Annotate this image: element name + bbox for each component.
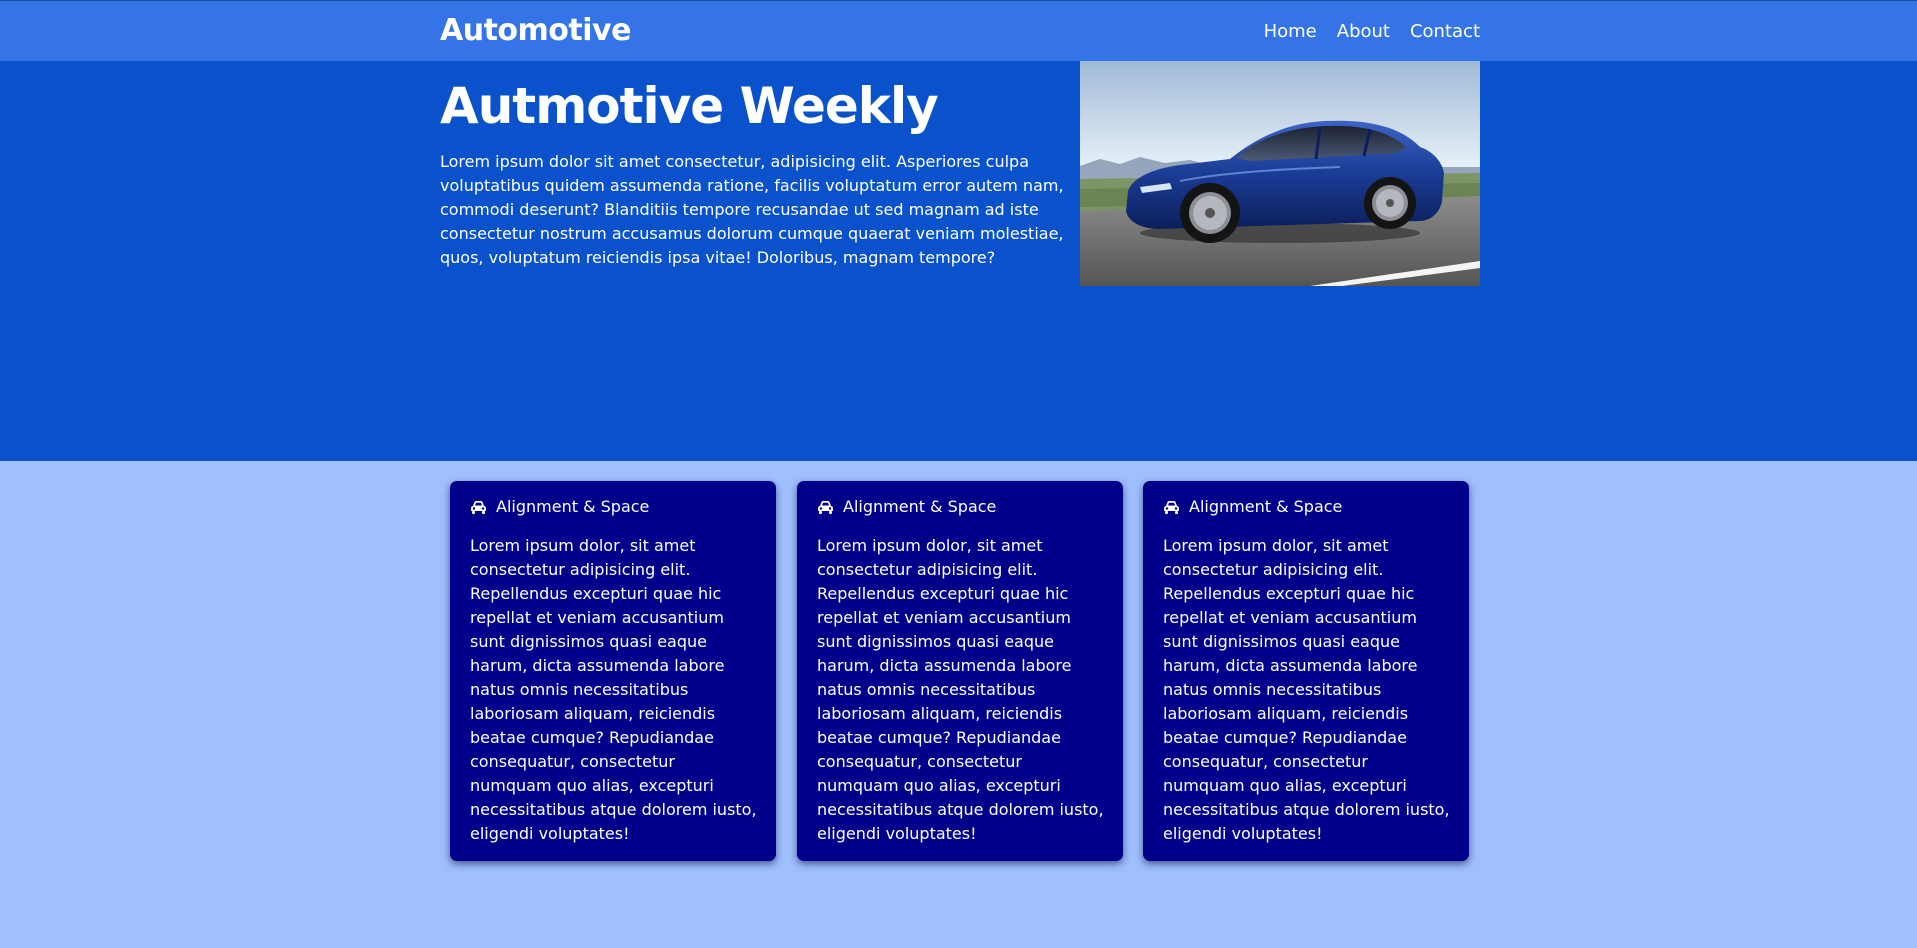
car-icon [818, 501, 833, 514]
card-title: Alignment & Space [1189, 497, 1343, 516]
hero-description: Lorem ipsum dolor sit amet consectetur, … [440, 152, 1064, 267]
feature-card: Alignment & Space Lorem ipsum dolor, sit… [1143, 481, 1469, 861]
card-text: Lorem ipsum dolor, sit amet consectetur … [470, 536, 757, 843]
card-title: Alignment & Space [496, 497, 650, 516]
car-icon [1164, 501, 1179, 514]
hero-title: Autmotive Weekly [440, 77, 939, 135]
hero-section: Autmotive Weekly Lorem ipsum dolor sit a… [0, 61, 1917, 461]
hero-car-image [1080, 61, 1480, 286]
card-header: Alignment & Space [1163, 496, 1342, 518]
nav-link-about[interactable]: About [1337, 20, 1390, 44]
card-header: Alignment & Space [470, 496, 649, 518]
nav-links: Home About Contact [1264, 20, 1480, 44]
navbar: Automotive Home About Contact [0, 0, 1917, 61]
car-icon [471, 501, 486, 514]
card-header: Alignment & Space [817, 496, 996, 518]
feature-card: Alignment & Space Lorem ipsum dolor, sit… [797, 481, 1123, 861]
features-section: Alignment & Space Lorem ipsum dolor, sit… [0, 461, 1917, 948]
card-text: Lorem ipsum dolor, sit amet consectetur … [1163, 536, 1450, 843]
card-title: Alignment & Space [843, 497, 997, 516]
car-photo [1080, 61, 1480, 286]
nav-link-contact[interactable]: Contact [1410, 20, 1480, 44]
brand-logo[interactable]: Automotive [440, 12, 631, 50]
nav-link-home[interactable]: Home [1264, 20, 1317, 44]
feature-card: Alignment & Space Lorem ipsum dolor, sit… [450, 481, 776, 861]
card-text: Lorem ipsum dolor, sit amet consectetur … [817, 536, 1104, 843]
